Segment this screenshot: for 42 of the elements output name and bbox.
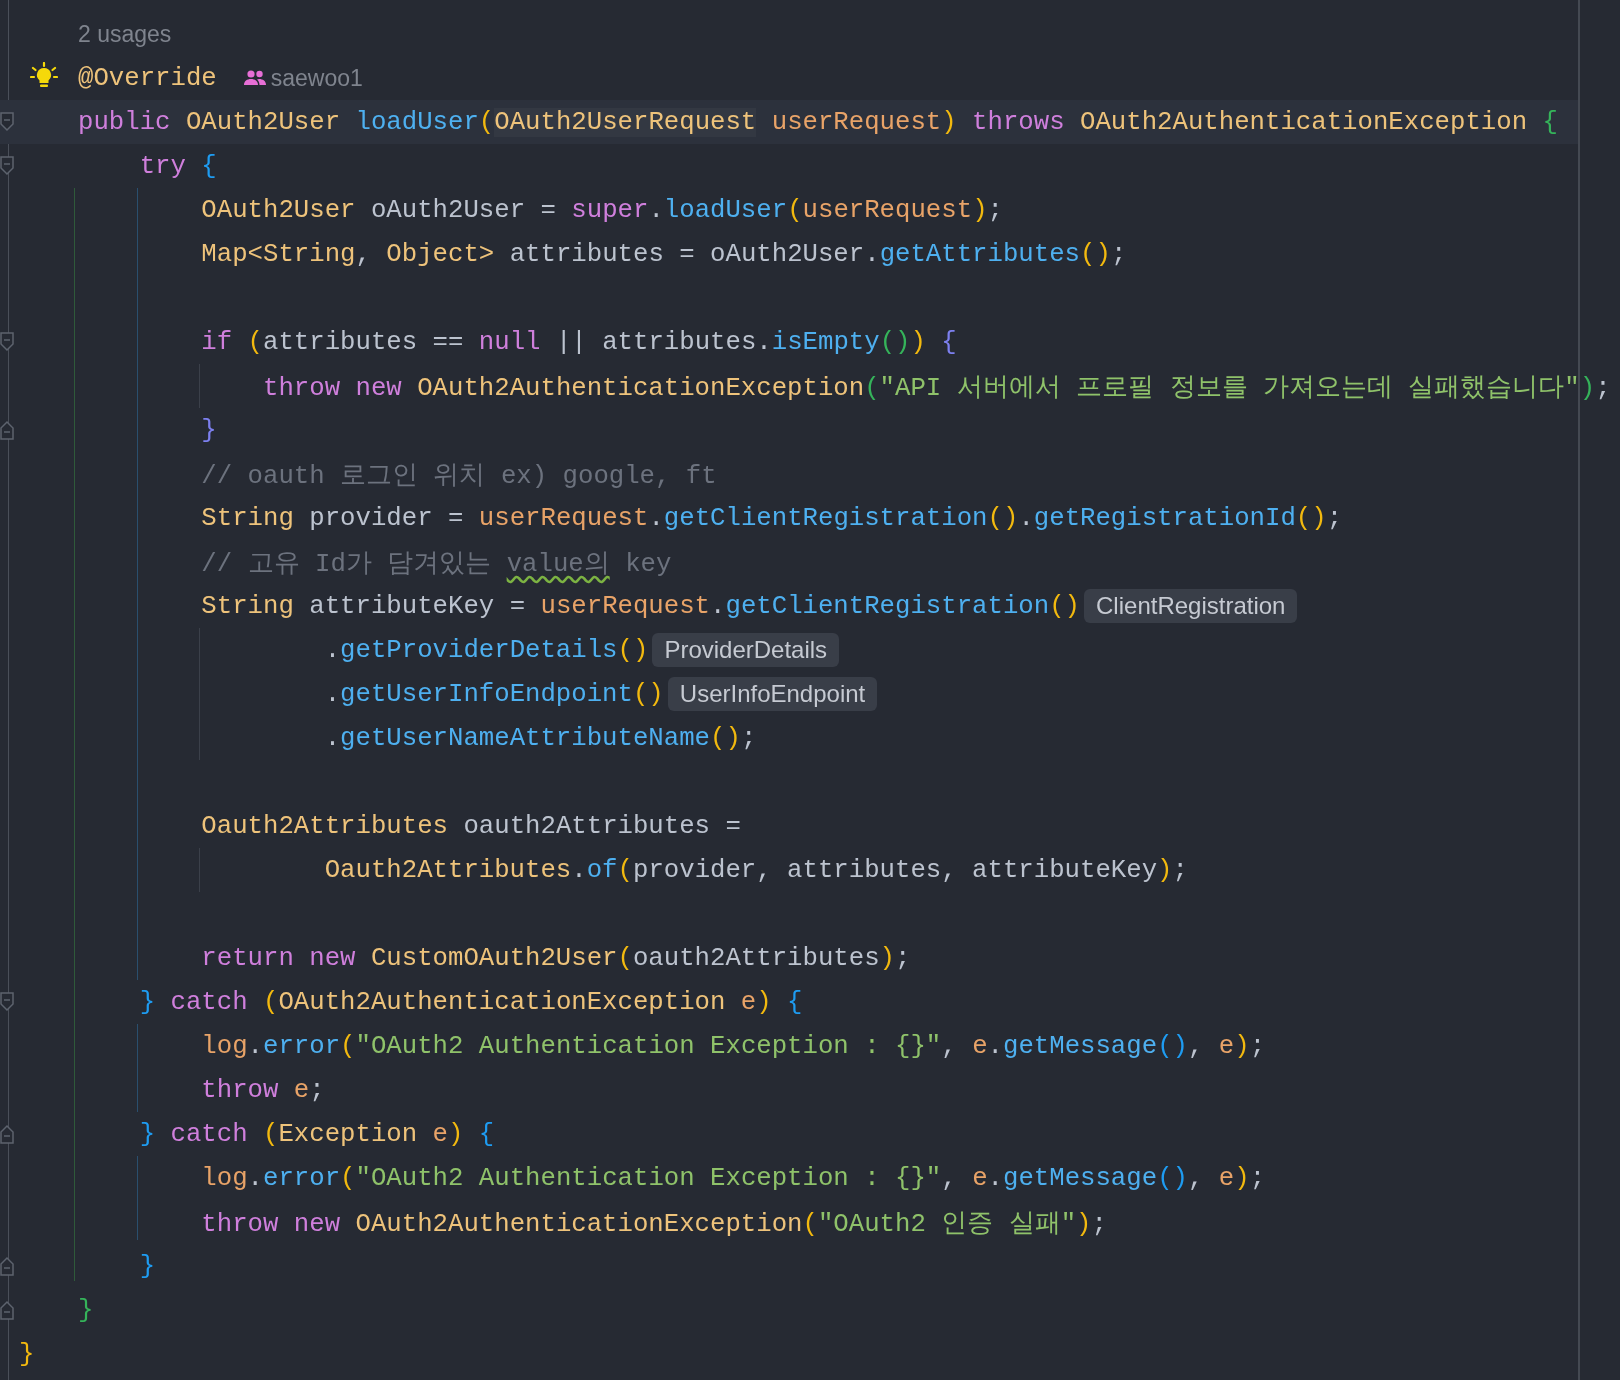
inlay-hint: ProviderDetails: [652, 633, 840, 667]
code-line: }: [138, 1251, 156, 1281]
fold-marker-icon[interactable]: [0, 1124, 14, 1144]
fold-marker-icon[interactable]: [0, 332, 14, 352]
code-line: .getUserNameAttributeName();: [323, 723, 757, 753]
code-line: }: [19, 1339, 35, 1369]
code-line: log.error("OAuth2 Authentication Exception : {}", e.getMessage(), e);: [200, 1163, 1266, 1193]
code-line: Map<String, Object> attributes = oAuth2User.getAttributes();: [200, 239, 1127, 269]
code-line: throw e;: [200, 1075, 325, 1105]
people-icon: [242, 68, 267, 88]
code-line: try {: [138, 151, 217, 181]
code-line: .getUserInfoEndpoint(): [323, 679, 664, 709]
code-line: Oauth2Attributes.of(provider, attributes, attributeKey);: [323, 855, 1188, 885]
lightbulb-icon[interactable]: [30, 62, 58, 90]
fold-marker-icon[interactable]: [0, 1256, 14, 1276]
code-line: throw new OAuth2AuthenticationException("API 서버에서 프로필 정보를 가져오는데 실패했습니다");: [261, 372, 1611, 404]
code-line: return new CustomOAuth2User(oauth2Attributes);: [200, 943, 911, 973]
code-line: // 고유 Id가 담겨있는 value의 key: [200, 548, 672, 580]
code-line: @Override: [78, 63, 217, 93]
code-line: throw new OAuth2AuthenticationException("OAuth2 인증 실패");: [200, 1208, 1107, 1240]
code-line: } catch (OAuth2AuthenticationException e) {: [138, 987, 803, 1017]
author-name: saewoo1: [270, 64, 363, 92]
fold-marker-icon[interactable]: [0, 420, 14, 440]
usages-link[interactable]: 2 usages: [78, 20, 172, 48]
code-line: // oauth 로그인 위치 ex) google, ft: [200, 460, 717, 492]
code-line: }: [78, 1295, 94, 1325]
code-line: .getProviderDetails(): [323, 635, 649, 665]
code-line: String provider = userRequest.getClientRegistration().getRegistrationId();: [200, 503, 1343, 533]
fold-marker-icon[interactable]: [0, 1300, 14, 1320]
code-line: Oauth2Attributes oauth2Attributes =: [200, 811, 741, 841]
code-line: OAuth2User oAuth2User = super.loadUser(userRequest);: [200, 195, 1003, 225]
fold-marker-icon[interactable]: [0, 992, 14, 1012]
code-line: log.error("OAuth2 Authentication Exception : {}", e.getMessage(), e);: [200, 1031, 1266, 1061]
fold-marker-icon[interactable]: [0, 156, 14, 176]
code-line: public OAuth2User loadUser(OAuth2UserRequest userRequest) throws OAuth2AuthenticationException {: [78, 107, 1558, 137]
code-line: if (attributes == null || attributes.isEmpty()) {: [200, 327, 957, 357]
fold-marker-icon[interactable]: [0, 112, 14, 132]
code-line: String attributeKey = userRequest.getClientRegistration(): [200, 591, 1081, 621]
code-line: }: [200, 415, 217, 445]
inlay-hint: ClientRegistration: [1084, 589, 1298, 623]
inlay-hint: UserInfoEndpoint: [667, 677, 878, 711]
code-line: } catch (Exception e) {: [138, 1119, 495, 1149]
